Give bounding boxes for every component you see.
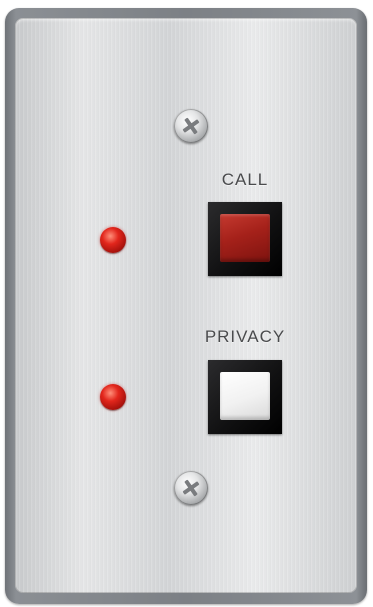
phillips-screw-icon xyxy=(174,471,208,505)
privacy-label: PRIVACY xyxy=(204,327,286,346)
privacy-indicator-led xyxy=(100,384,126,410)
call-button-cap xyxy=(220,214,270,262)
call-indicator-led xyxy=(100,227,126,253)
privacy-button-cap xyxy=(220,372,270,420)
privacy-button[interactable] xyxy=(208,360,282,434)
call-label: CALL xyxy=(221,170,269,189)
wall-plate-panel: CALL PRIVACY xyxy=(0,0,373,607)
phillips-screw-icon xyxy=(174,109,208,143)
brushed-steel-plate xyxy=(15,18,357,593)
call-button[interactable] xyxy=(208,202,282,276)
